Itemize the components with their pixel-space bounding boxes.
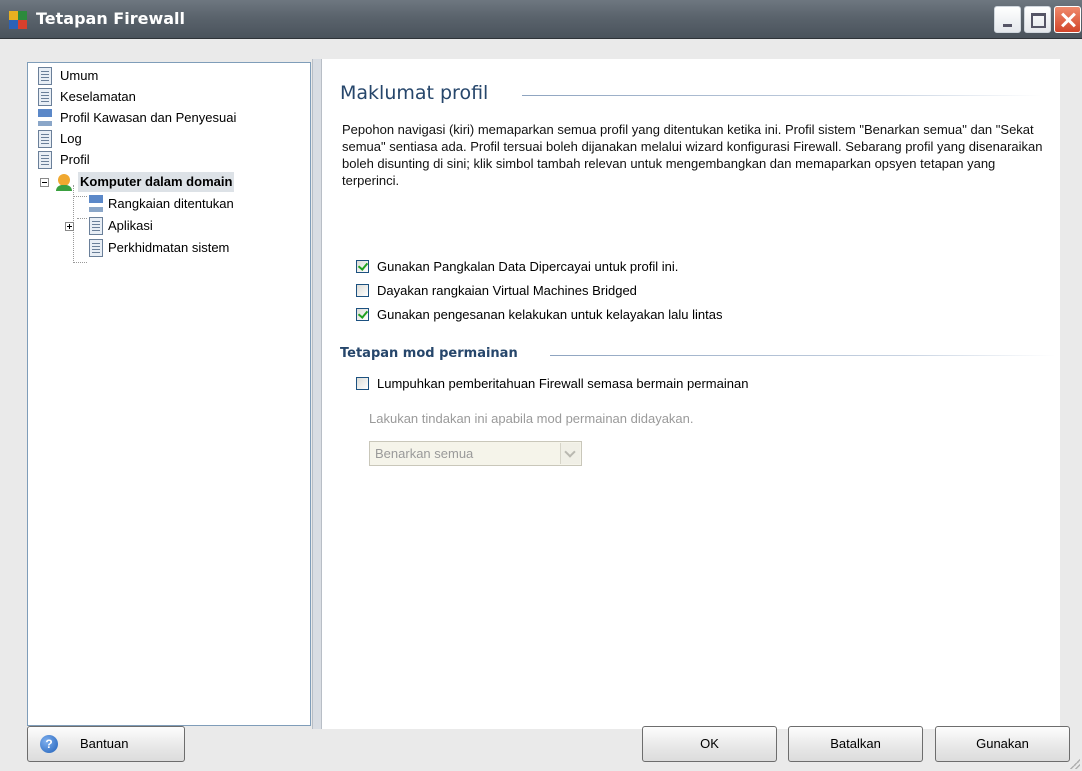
- collapse-toggle-icon[interactable]: [40, 178, 49, 187]
- page-title: Maklumat profil: [340, 82, 489, 104]
- game-mode-action-label: Lakukan tindakan ini apabila mod permain…: [369, 411, 694, 426]
- document-icon: [38, 88, 52, 106]
- tree-connector: [73, 262, 87, 263]
- checkbox[interactable]: [356, 260, 369, 273]
- document-icon: [38, 130, 52, 148]
- title-divider: [522, 95, 1042, 96]
- document-icon: [89, 217, 103, 235]
- title-bar[interactable]: Tetapan Firewall: [0, 0, 1082, 39]
- maximize-button[interactable]: [1024, 6, 1051, 33]
- window-title: Tetapan Firewall: [36, 9, 185, 28]
- profile-description: Pepohon navigasi (kiri) memaparkan semua…: [342, 122, 1043, 188]
- game-mode-action-select[interactable]: Benarkan semua: [369, 441, 582, 466]
- panel-splitter[interactable]: [312, 59, 322, 729]
- cancel-button[interactable]: Batalkan: [788, 726, 923, 762]
- section-divider: [550, 355, 1055, 356]
- help-button[interactable]: ? Bantuan: [27, 726, 185, 762]
- resize-grip-icon[interactable]: [1070, 759, 1080, 769]
- firewall-app-icon: [9, 11, 27, 29]
- network-icon: [38, 109, 52, 127]
- profile-content-panel: Maklumat profil Pepohon navigasi (kiri) …: [322, 59, 1060, 729]
- checkbox[interactable]: [356, 284, 369, 297]
- dialog-body: Umum Keselamatan Profil Kawasan dan Peny…: [0, 39, 1082, 771]
- user-profile-icon: [56, 174, 72, 191]
- tree-connector: [77, 218, 87, 219]
- document-icon: [38, 151, 52, 169]
- close-button[interactable]: [1054, 6, 1081, 33]
- document-icon: [89, 239, 103, 257]
- help-icon: ?: [40, 735, 58, 753]
- ok-button[interactable]: OK: [642, 726, 777, 762]
- checkbox[interactable]: [356, 377, 369, 390]
- minimize-button[interactable]: [994, 6, 1021, 33]
- tree-connector: [73, 196, 87, 197]
- checkbox[interactable]: [356, 308, 369, 321]
- expand-toggle-icon[interactable]: [65, 222, 74, 231]
- chevron-down-icon[interactable]: [560, 443, 580, 464]
- document-icon: [38, 67, 52, 85]
- game-mode-section-title: Tetapan mod permainan: [340, 346, 518, 361]
- navigation-tree[interactable]: Umum Keselamatan Profil Kawasan dan Peny…: [27, 62, 311, 726]
- network-icon: [89, 195, 103, 213]
- apply-button[interactable]: Gunakan: [935, 726, 1070, 762]
